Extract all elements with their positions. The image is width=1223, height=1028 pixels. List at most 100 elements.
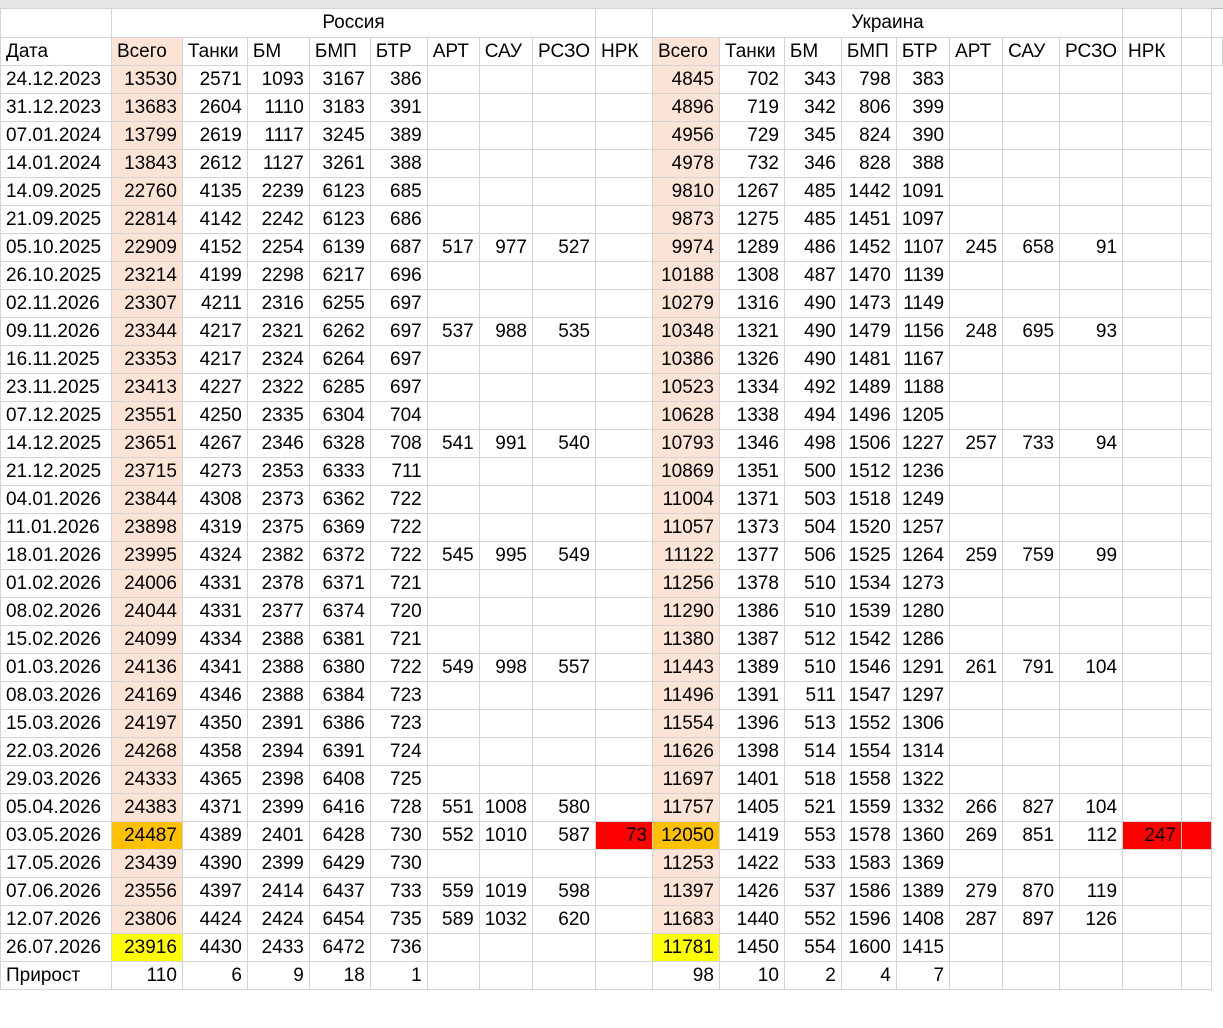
ru-bm-cell[interactable]: 2375 bbox=[246, 513, 310, 542]
ua-sau-cell[interactable] bbox=[1002, 933, 1061, 962]
ua-btr-cell[interactable]: 1306 bbox=[895, 709, 951, 738]
ua-tanki-cell[interactable]: 1401 bbox=[718, 765, 785, 794]
ru-bmp-cell[interactable]: 6472 bbox=[308, 933, 371, 962]
ua-art-cell[interactable]: 279 bbox=[949, 877, 1004, 906]
ua-btr-cell[interactable]: 1369 bbox=[895, 849, 951, 878]
ua-tanki-cell[interactable]: 1334 bbox=[718, 373, 785, 402]
ru-rszo-cell[interactable] bbox=[531, 205, 597, 234]
ua-bm-cell[interactable]: 485 bbox=[783, 205, 842, 234]
ru-btr-cell[interactable]: 391 bbox=[369, 93, 428, 122]
ua-bmp-cell[interactable]: 1442 bbox=[840, 177, 897, 206]
ru-nrk-cell[interactable] bbox=[595, 121, 653, 150]
ua-nrk-cell[interactable] bbox=[1122, 737, 1182, 766]
ru-nrk-cell[interactable] bbox=[595, 485, 653, 514]
empty-cell[interactable] bbox=[1180, 541, 1213, 570]
ua-art-cell[interactable] bbox=[949, 205, 1004, 234]
ua-art-cell[interactable] bbox=[949, 177, 1004, 206]
ua-vsego-cell[interactable]: 11380 bbox=[651, 625, 720, 654]
ua-nrk-cell[interactable] bbox=[1122, 149, 1182, 178]
ua-nrk-cell[interactable] bbox=[1122, 877, 1182, 906]
ua-btr-cell[interactable]: 1389 bbox=[895, 877, 951, 906]
ua-nrk-header[interactable]: НРК bbox=[1122, 37, 1182, 66]
ua-bmp-cell[interactable]: 806 bbox=[840, 93, 897, 122]
ru-tanki-cell[interactable]: 2604 bbox=[181, 93, 248, 122]
empty-cell[interactable] bbox=[1180, 821, 1213, 850]
ru-vsego-cell[interactable]: 22909 bbox=[110, 233, 183, 262]
ru-btr-cell[interactable]: 697 bbox=[369, 345, 428, 374]
empty-cell[interactable] bbox=[1180, 653, 1213, 682]
ru-art-cell[interactable] bbox=[426, 681, 480, 710]
ru-bmp-header[interactable]: БМП bbox=[308, 37, 371, 66]
ua-bm-header[interactable]: БМ bbox=[783, 37, 842, 66]
empty-cell[interactable] bbox=[1180, 793, 1213, 822]
ua-bm-cell[interactable]: 490 bbox=[783, 289, 842, 318]
date-cell[interactable]: 12.07.2026 bbox=[0, 905, 112, 934]
ua-vsego-cell[interactable]: 9810 bbox=[651, 177, 720, 206]
ru-art-cell[interactable] bbox=[426, 261, 480, 290]
ua-art-cell[interactable] bbox=[949, 737, 1004, 766]
date-cell[interactable]: 08.03.2026 bbox=[0, 681, 112, 710]
ru-growth-nrk-cell[interactable] bbox=[595, 961, 653, 990]
empty-cell[interactable] bbox=[1180, 401, 1213, 430]
ru-tanki-cell[interactable]: 4424 bbox=[181, 905, 248, 934]
ua-nrk-cell[interactable] bbox=[1122, 849, 1182, 878]
ru-art-cell[interactable] bbox=[426, 933, 480, 962]
ru-bmp-cell[interactable]: 6380 bbox=[308, 653, 371, 682]
ua-sau-cell[interactable] bbox=[1002, 345, 1061, 374]
ua-tanki-cell[interactable]: 1422 bbox=[718, 849, 785, 878]
ua-vsego-cell[interactable]: 11496 bbox=[651, 681, 720, 710]
ru-sau-cell[interactable] bbox=[478, 569, 533, 598]
ru-sau-cell[interactable] bbox=[478, 205, 533, 234]
date-cell[interactable]: 01.02.2026 bbox=[0, 569, 112, 598]
ru-tanki-cell[interactable]: 4135 bbox=[181, 177, 248, 206]
ua-btr-cell[interactable]: 1257 bbox=[895, 513, 951, 542]
ru-rszo-cell[interactable]: 535 bbox=[531, 317, 597, 346]
ua-tanki-cell[interactable]: 1289 bbox=[718, 233, 785, 262]
empty-cell[interactable] bbox=[1180, 625, 1213, 654]
ua-nrk-cell[interactable] bbox=[1122, 317, 1182, 346]
ua-nrk-cell[interactable] bbox=[1122, 597, 1182, 626]
ru-btr-cell[interactable]: 720 bbox=[369, 597, 428, 626]
ru-art-cell[interactable] bbox=[426, 121, 480, 150]
ua-tanki-cell[interactable]: 1267 bbox=[718, 177, 785, 206]
ru-bmp-cell[interactable]: 6285 bbox=[308, 373, 371, 402]
ru-rszo-cell[interactable] bbox=[531, 261, 597, 290]
ru-rszo-cell[interactable]: 549 bbox=[531, 541, 597, 570]
ru-tanki-cell[interactable]: 4350 bbox=[181, 709, 248, 738]
ua-rszo-cell[interactable] bbox=[1059, 121, 1124, 150]
ua-nrk-cell[interactable] bbox=[1122, 933, 1182, 962]
ua-tanki-cell[interactable]: 1275 bbox=[718, 205, 785, 234]
ua-bmp-cell[interactable]: 1473 bbox=[840, 289, 897, 318]
empty-cell[interactable] bbox=[1180, 485, 1213, 514]
ru-tanki-cell[interactable]: 4227 bbox=[181, 373, 248, 402]
ru-bmp-cell[interactable]: 6428 bbox=[308, 821, 371, 850]
ru-nrk-cell[interactable] bbox=[595, 709, 653, 738]
ru-sau-cell[interactable]: 977 bbox=[478, 233, 533, 262]
empty-cell[interactable] bbox=[595, 8, 653, 38]
ru-tanki-cell[interactable]: 4346 bbox=[181, 681, 248, 710]
ru-nrk-cell[interactable] bbox=[595, 541, 653, 570]
ru-sau-cell[interactable] bbox=[478, 485, 533, 514]
ru-nrk-cell[interactable] bbox=[595, 429, 653, 458]
ua-art-cell[interactable]: 259 bbox=[949, 541, 1004, 570]
ru-art-cell[interactable]: 552 bbox=[426, 821, 480, 850]
ua-vsego-cell[interactable]: 4978 bbox=[651, 149, 720, 178]
ua-tanki-cell[interactable]: 1396 bbox=[718, 709, 785, 738]
ua-sau-cell[interactable] bbox=[1002, 485, 1061, 514]
ua-vsego-cell[interactable]: 11554 bbox=[651, 709, 720, 738]
ua-vsego-cell[interactable]: 10628 bbox=[651, 401, 720, 430]
ru-bm-cell[interactable]: 2388 bbox=[246, 681, 310, 710]
empty-cell[interactable] bbox=[1180, 849, 1213, 878]
ua-tanki-header[interactable]: Танки bbox=[718, 37, 785, 66]
ua-rszo-cell[interactable] bbox=[1059, 289, 1124, 318]
ukraine-group-header[interactable]: Украина bbox=[651, 8, 1124, 38]
ru-art-cell[interactable] bbox=[426, 737, 480, 766]
ua-btr-cell[interactable]: 1167 bbox=[895, 345, 951, 374]
ru-tanki-cell[interactable]: 4341 bbox=[181, 653, 248, 682]
ru-rszo-cell[interactable] bbox=[531, 709, 597, 738]
empty-cell[interactable] bbox=[1180, 345, 1213, 374]
ru-rszo-cell[interactable] bbox=[531, 401, 597, 430]
ua-sau-cell[interactable]: 870 bbox=[1002, 877, 1061, 906]
ru-btr-cell[interactable]: 711 bbox=[369, 457, 428, 486]
ru-rszo-cell[interactable] bbox=[531, 149, 597, 178]
